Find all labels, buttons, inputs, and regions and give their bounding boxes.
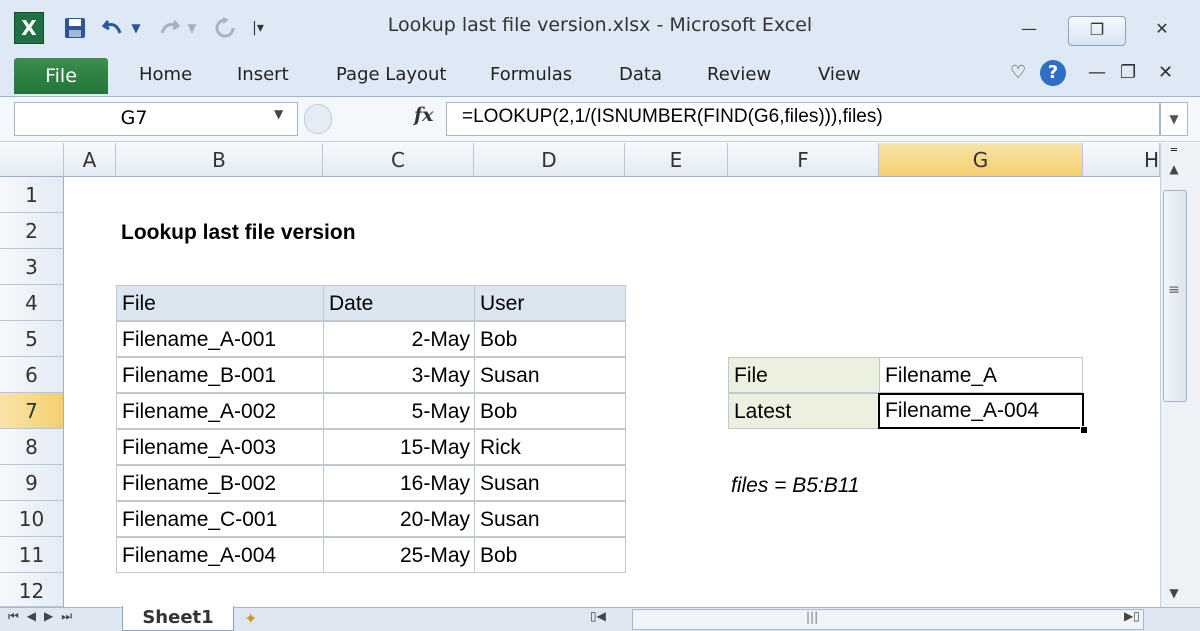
table-cell-file[interactable]: Filename_A-003 [116, 429, 324, 465]
select-all-corner[interactable] [0, 143, 64, 177]
column-header-e[interactable]: E [625, 143, 728, 177]
table-cell-file[interactable]: Filename_B-002 [116, 465, 324, 501]
tab-home[interactable]: Home [139, 64, 192, 85]
column-header-g[interactable]: G [879, 143, 1083, 177]
table-cell-user[interactable]: Bob [474, 393, 626, 429]
row-header-5[interactable]: 5 [0, 321, 64, 357]
row-header-10[interactable]: 10 [0, 501, 64, 537]
table-cell-file[interactable]: Filename_B-001 [116, 357, 324, 393]
table-cell-date[interactable]: 16-May [323, 465, 475, 501]
scroll-right-icon[interactable]: ▶▯ [1124, 609, 1140, 623]
workbook-restore-icon[interactable]: ❐ [1120, 62, 1136, 83]
table-cell-date[interactable]: 2-May [323, 321, 475, 357]
table-cell-file[interactable]: Filename_C-001 [116, 501, 324, 537]
minimize-button[interactable]: — [1006, 16, 1052, 44]
column-header-h[interactable]: H [1083, 143, 1160, 177]
scroll-down-icon[interactable]: ▼ [1163, 582, 1185, 604]
tab-view[interactable]: View [818, 64, 861, 85]
lookup-file-value[interactable]: Filename_A [879, 357, 1083, 393]
table-cell-file[interactable]: Filename_A-002 [116, 393, 324, 429]
table-cell-date[interactable]: 15-May [323, 429, 475, 465]
table-cell-user[interactable]: Bob [474, 537, 626, 573]
row-header-9[interactable]: 9 [0, 465, 64, 501]
scroll-up-icon[interactable]: ▲ [1163, 158, 1185, 180]
row-header-4[interactable]: 4 [0, 285, 64, 321]
restore-button[interactable]: ❐ [1068, 16, 1126, 46]
table-cell-date[interactable]: 25-May [323, 537, 475, 573]
table-cell-date[interactable]: 3-May [323, 357, 475, 393]
table-cell-user[interactable]: Bob [474, 321, 626, 357]
insert-sheet-icon[interactable]: ✦ [244, 609, 257, 628]
lookup-latest-label[interactable]: Latest [728, 393, 880, 429]
row-header-6[interactable]: 6 [0, 357, 64, 393]
close-button[interactable]: ✕ [1138, 16, 1186, 44]
name-box-dropdown-icon[interactable]: ▼ [274, 107, 283, 121]
tab-page-layout[interactable]: Page Layout [336, 64, 447, 85]
table-cell-user[interactable]: Susan [474, 357, 626, 393]
workbook-minimize-icon[interactable]: — [1088, 62, 1106, 83]
lookup-latest-value[interactable]: Filename_A-004 [878, 393, 1084, 429]
expand-formula-bar-icon[interactable]: ▼ [1160, 102, 1188, 136]
column-header-a[interactable]: A [64, 143, 116, 177]
split-box-icon[interactable]: ═ [1163, 146, 1185, 156]
ribbon-minimize-chevron-icon[interactable]: ♡ [1010, 62, 1026, 83]
workbook-close-icon[interactable]: ✕ [1158, 62, 1173, 83]
table-cell-user[interactable]: Susan [474, 465, 626, 501]
name-box-value: G7 [120, 107, 148, 129]
sheet-tab-sheet1[interactable]: Sheet1 [122, 606, 234, 631]
table-cell-file[interactable]: Filename_A-001 [116, 321, 324, 357]
table-cell-date[interactable]: 20-May [323, 501, 475, 537]
row-header-12[interactable]: 12 [0, 573, 64, 607]
insert-function-icon[interactable]: fx [414, 104, 434, 126]
table-cell-user[interactable]: Rick [474, 429, 626, 465]
column-header-f[interactable]: F [728, 143, 879, 177]
table-header-file[interactable]: File [116, 285, 324, 321]
lookup-file-label[interactable]: File [728, 357, 880, 393]
named-range-note[interactable]: files = B5:B11 [731, 468, 860, 504]
formula-bar-grip-icon[interactable] [304, 104, 332, 134]
row-header-8[interactable]: 8 [0, 429, 64, 465]
fill-handle[interactable] [1080, 426, 1088, 434]
table-cell-user[interactable]: Susan [474, 501, 626, 537]
column-header-c[interactable]: C [323, 143, 474, 177]
tab-file[interactable]: File [14, 58, 108, 94]
formula-text: =LOOKUP(2,1/(ISNUMBER(FIND(G6,files))),f… [462, 106, 883, 127]
row-header-2[interactable]: 2 [0, 213, 64, 249]
table-cell-file[interactable]: Filename_A-004 [116, 537, 324, 573]
table-header-user[interactable]: User [474, 285, 626, 321]
row-header-11[interactable]: 11 [0, 537, 64, 573]
tab-review[interactable]: Review [707, 64, 771, 85]
help-icon[interactable]: ? [1040, 60, 1066, 86]
tab-split-handle-icon[interactable]: ▯◀ [590, 609, 606, 623]
tab-data[interactable]: Data [619, 64, 662, 85]
column-header-d[interactable]: D [474, 143, 625, 177]
sheet-nav-icons[interactable]: ⏮◀▶⏭ [8, 609, 80, 624]
row-header-3[interactable]: 3 [0, 249, 64, 285]
row-header-7[interactable]: 7 [0, 393, 64, 429]
sheet-title[interactable]: Lookup last file version [121, 216, 356, 250]
table-header-date[interactable]: Date [323, 285, 475, 321]
column-header-b[interactable]: B [116, 143, 323, 177]
row-header-1[interactable]: 1 [0, 177, 64, 213]
table-cell-date[interactable]: 5-May [323, 393, 475, 429]
grip-icon: ≡ [1168, 282, 1180, 298]
tab-insert[interactable]: Insert [237, 64, 289, 85]
horizontal-scrollbar[interactable] [632, 609, 1144, 630]
tab-formulas[interactable]: Formulas [490, 64, 572, 85]
h-grip-icon: ||| [806, 610, 819, 624]
